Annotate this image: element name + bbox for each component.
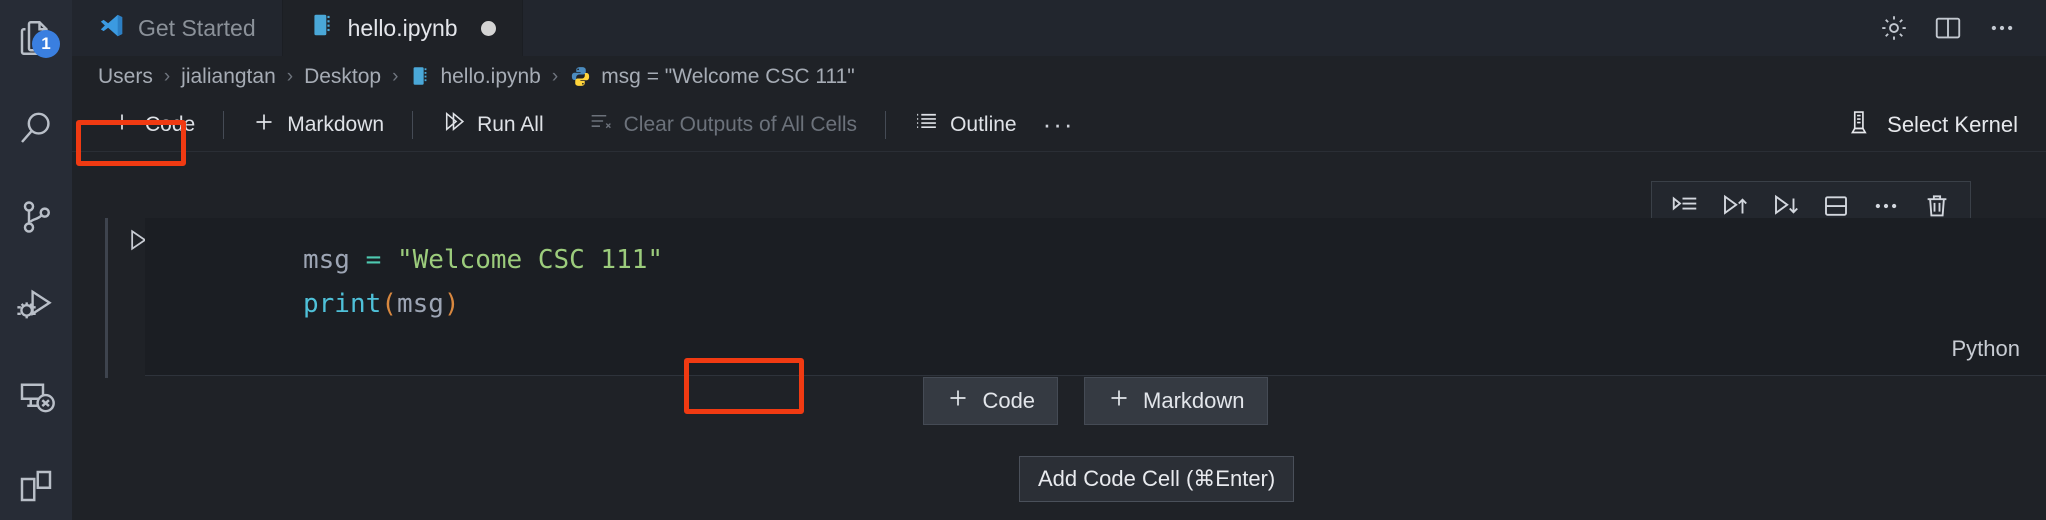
tab-label: Get Started (138, 14, 256, 41)
editor-tab-actions (1872, 0, 2046, 56)
breadcrumb-item-symbol[interactable]: msg = "Welcome CSC 111" (569, 65, 855, 90)
run-all-icon (441, 109, 466, 140)
add-markdown-cell-label: Markdown (287, 112, 385, 136)
vscode-window: 1 Get Started hello.ipynb Users › jialia… (0, 0, 2046, 520)
breadcrumb-separator: › (551, 66, 559, 87)
clear-outputs-icon (588, 109, 613, 140)
search-icon (15, 107, 57, 149)
plus-icon (110, 110, 134, 140)
remote-explorer-icon (15, 376, 57, 418)
add-code-cell-button[interactable]: Code (98, 105, 207, 145)
plus-icon (252, 110, 276, 140)
insert-code-cell-label: Code (982, 388, 1036, 413)
select-kernel-label: Select Kernel (1887, 111, 2018, 137)
outline-button[interactable]: Outline (902, 105, 1029, 145)
breadcrumb-item-users[interactable]: Users (98, 65, 153, 89)
dirty-indicator[interactable] (480, 20, 496, 36)
breadcrumb: Users › jialiangtan › Desktop › hello.ip… (72, 56, 2046, 98)
activity-bar: 1 (0, 0, 72, 520)
explorer-badge: 1 (32, 29, 60, 58)
editor-tab-bar: Get Started hello.ipynb (72, 0, 2046, 56)
cell-code-editor[interactable]: msg = "Welcome CSC 111" print(msg) Pytho… (145, 218, 2046, 376)
code-token: print (303, 289, 382, 319)
vscode-logo-icon (98, 12, 125, 45)
plus-icon (1107, 386, 1131, 416)
clear-outputs-button[interactable]: Clear Outputs of All Cells (576, 105, 869, 145)
breadcrumb-label: msg = "Welcome CSC 111" (601, 65, 855, 88)
toolbar-more-button[interactable]: ··· (1029, 109, 1089, 140)
outline-icon (914, 109, 939, 140)
breadcrumb-label: jialiangtan (181, 65, 276, 88)
run-all-button[interactable]: Run All (429, 105, 556, 145)
run-and-debug-icon (14, 285, 58, 329)
activity-item-explorer[interactable]: 1 (0, 4, 72, 72)
outline-label: Outline (950, 112, 1017, 136)
activity-item-source-control[interactable] (0, 183, 72, 251)
add-code-cell-label: Code (145, 112, 196, 136)
split-editor-icon[interactable] (1926, 6, 1970, 50)
breadcrumb-item-hello-ipynb[interactable]: hello.ipynb (409, 65, 541, 89)
breadcrumb-separator: › (286, 66, 294, 87)
kernel-icon (1846, 108, 1874, 142)
code-token: msg (396, 289, 444, 319)
ellipsis-icon[interactable] (1980, 6, 2024, 50)
gear-icon[interactable] (1872, 6, 1916, 50)
clear-outputs-label: Clear Outputs of All Cells (623, 112, 858, 136)
code-token: ) (443, 289, 460, 319)
toolbar-divider (885, 110, 887, 139)
breadcrumb-label: Desktop (304, 65, 382, 88)
add-markdown-cell-button[interactable]: Markdown (240, 105, 396, 145)
breadcrumb-label: Users (98, 65, 153, 88)
activity-item-remote-explorer[interactable] (0, 363, 72, 431)
activity-item-search[interactable] (0, 94, 72, 162)
code-token: msg (303, 245, 366, 275)
insert-code-cell-button[interactable]: Code (923, 377, 1059, 425)
source-control-icon (15, 196, 57, 238)
code-token: ( (381, 289, 397, 319)
run-all-label: Run All (477, 112, 544, 136)
testing-icon (15, 465, 57, 507)
insert-markdown-cell-label: Markdown (1143, 388, 1245, 413)
activity-item-run-and-debug[interactable] (0, 273, 72, 341)
tab-label: hello.ipynb (347, 14, 458, 41)
code-token: "Welcome CSC 111" (396, 245, 664, 275)
toolbar-divider (223, 110, 225, 139)
toolbar-divider (412, 110, 414, 139)
activity-item-testing[interactable] (0, 452, 72, 520)
notebook-icon (409, 65, 431, 89)
notebook-toolbar: Code Markdown Run All Clear Outputs of A… (72, 98, 2046, 152)
breadcrumb-item-jialiangtan[interactable]: jialiangtan (181, 65, 276, 89)
breadcrumb-separator: › (163, 66, 171, 87)
plus-icon (946, 386, 970, 416)
insert-markdown-cell-button[interactable]: Markdown (1084, 377, 1268, 425)
tooltip: Add Code Cell (⌘Enter) (1019, 456, 1295, 502)
tab-get-started[interactable]: Get Started (72, 0, 283, 56)
breadcrumb-item-desktop[interactable]: Desktop (304, 65, 381, 89)
notebook-icon (309, 12, 335, 44)
python-icon (569, 65, 592, 90)
tab-hello-ipynb[interactable]: hello.ipynb (282, 0, 523, 56)
code-line: print(msg) (145, 282, 2046, 326)
breadcrumb-label: hello.ipynb (440, 65, 541, 88)
cell-language-label[interactable]: Python (1952, 336, 2021, 362)
select-kernel-button[interactable]: Select Kernel (1846, 108, 2022, 142)
code-token: = (365, 245, 397, 275)
code-line: msg = "Welcome CSC 111" (145, 238, 2046, 282)
breadcrumb-separator: › (392, 66, 399, 87)
insert-cell-row: Code Markdown (145, 376, 2046, 426)
